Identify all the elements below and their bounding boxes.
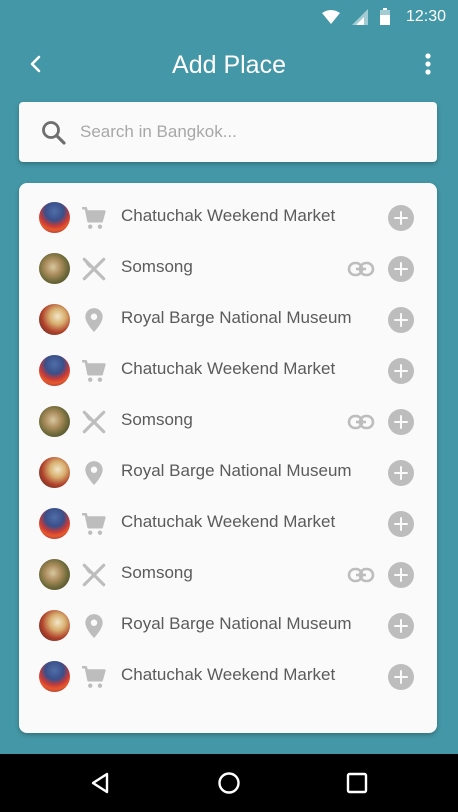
place-name: Somsong xyxy=(121,410,193,429)
place-avatar xyxy=(39,610,70,641)
place-row[interactable]: Royal Barge National Museum xyxy=(19,295,437,346)
add-place-button[interactable] xyxy=(388,256,414,282)
place-marker-icon xyxy=(81,613,107,639)
status-time: 12:30 xyxy=(405,7,446,25)
navigation-bar xyxy=(0,754,458,812)
place-row[interactable]: Chatuchak Weekend Market xyxy=(19,346,437,397)
place-row[interactable]: Royal Barge National Museum xyxy=(19,448,437,499)
add-place-button[interactable] xyxy=(388,205,414,231)
place-name: Chatuchak Weekend Market xyxy=(121,206,336,225)
link-icon[interactable] xyxy=(347,563,375,587)
place-avatar xyxy=(39,661,70,692)
place-avatar xyxy=(39,304,70,335)
add-place-button[interactable] xyxy=(388,664,414,690)
search-box[interactable] xyxy=(19,102,437,162)
search-input[interactable] xyxy=(80,102,420,162)
add-place-button[interactable] xyxy=(388,358,414,384)
place-name: Royal Barge National Museum xyxy=(121,461,352,480)
place-name: Chatuchak Weekend Market xyxy=(121,665,336,684)
restaurant-icon xyxy=(81,256,107,282)
place-row[interactable]: Somsong xyxy=(19,244,437,295)
place-avatar xyxy=(39,253,70,284)
place-avatar xyxy=(39,508,70,539)
place-name: Royal Barge National Museum xyxy=(121,308,352,327)
place-avatar xyxy=(39,406,70,437)
place-row[interactable]: Chatuchak Weekend Market xyxy=(19,652,437,703)
place-row[interactable]: Somsong xyxy=(19,397,437,448)
place-avatar xyxy=(39,355,70,386)
add-place-button[interactable] xyxy=(388,409,414,435)
shopping-cart-icon xyxy=(81,358,107,384)
search-icon xyxy=(41,120,67,146)
overflow-menu-button[interactable] xyxy=(416,52,440,80)
nav-recents-icon[interactable] xyxy=(345,771,369,795)
shopping-cart-icon xyxy=(81,205,107,231)
link-icon[interactable] xyxy=(347,410,375,434)
battery-icon xyxy=(379,8,390,25)
link-icon[interactable] xyxy=(347,257,375,281)
place-row[interactable]: Chatuchak Weekend Market xyxy=(19,193,437,244)
nav-back-icon[interactable] xyxy=(88,771,112,795)
place-name: Royal Barge National Museum xyxy=(121,614,352,633)
place-name: Chatuchak Weekend Market xyxy=(121,359,336,378)
shopping-cart-icon xyxy=(81,511,107,537)
restaurant-icon xyxy=(81,409,107,435)
page-title: Add Place xyxy=(172,51,286,79)
nav-home-icon[interactable] xyxy=(217,771,241,795)
wifi-icon xyxy=(321,9,340,24)
add-place-button[interactable] xyxy=(388,511,414,537)
place-avatar xyxy=(39,457,70,488)
app-bar: Add Place xyxy=(0,33,458,99)
place-row[interactable]: Somsong xyxy=(19,550,437,601)
cellular-signal-icon xyxy=(351,8,368,25)
status-bar: 12:30 xyxy=(0,0,458,33)
add-place-button[interactable] xyxy=(388,460,414,486)
add-place-button[interactable] xyxy=(388,307,414,333)
restaurant-icon xyxy=(81,562,107,588)
place-marker-icon xyxy=(81,307,107,333)
place-row[interactable]: Chatuchak Weekend Market xyxy=(19,499,437,550)
add-place-button[interactable] xyxy=(388,613,414,639)
places-list: Chatuchak Weekend Market Somsong Royal Bar… xyxy=(19,183,437,733)
add-place-button[interactable] xyxy=(388,562,414,588)
place-name: Somsong xyxy=(121,563,193,582)
place-row[interactable]: Royal Barge National Museum xyxy=(19,601,437,652)
place-marker-icon xyxy=(81,460,107,486)
more-vert-icon xyxy=(425,52,431,80)
place-name: Chatuchak Weekend Market xyxy=(121,512,336,531)
shopping-cart-icon xyxy=(81,664,107,690)
place-name: Somsong xyxy=(121,257,193,276)
place-avatar xyxy=(39,559,70,590)
place-avatar xyxy=(39,202,70,233)
